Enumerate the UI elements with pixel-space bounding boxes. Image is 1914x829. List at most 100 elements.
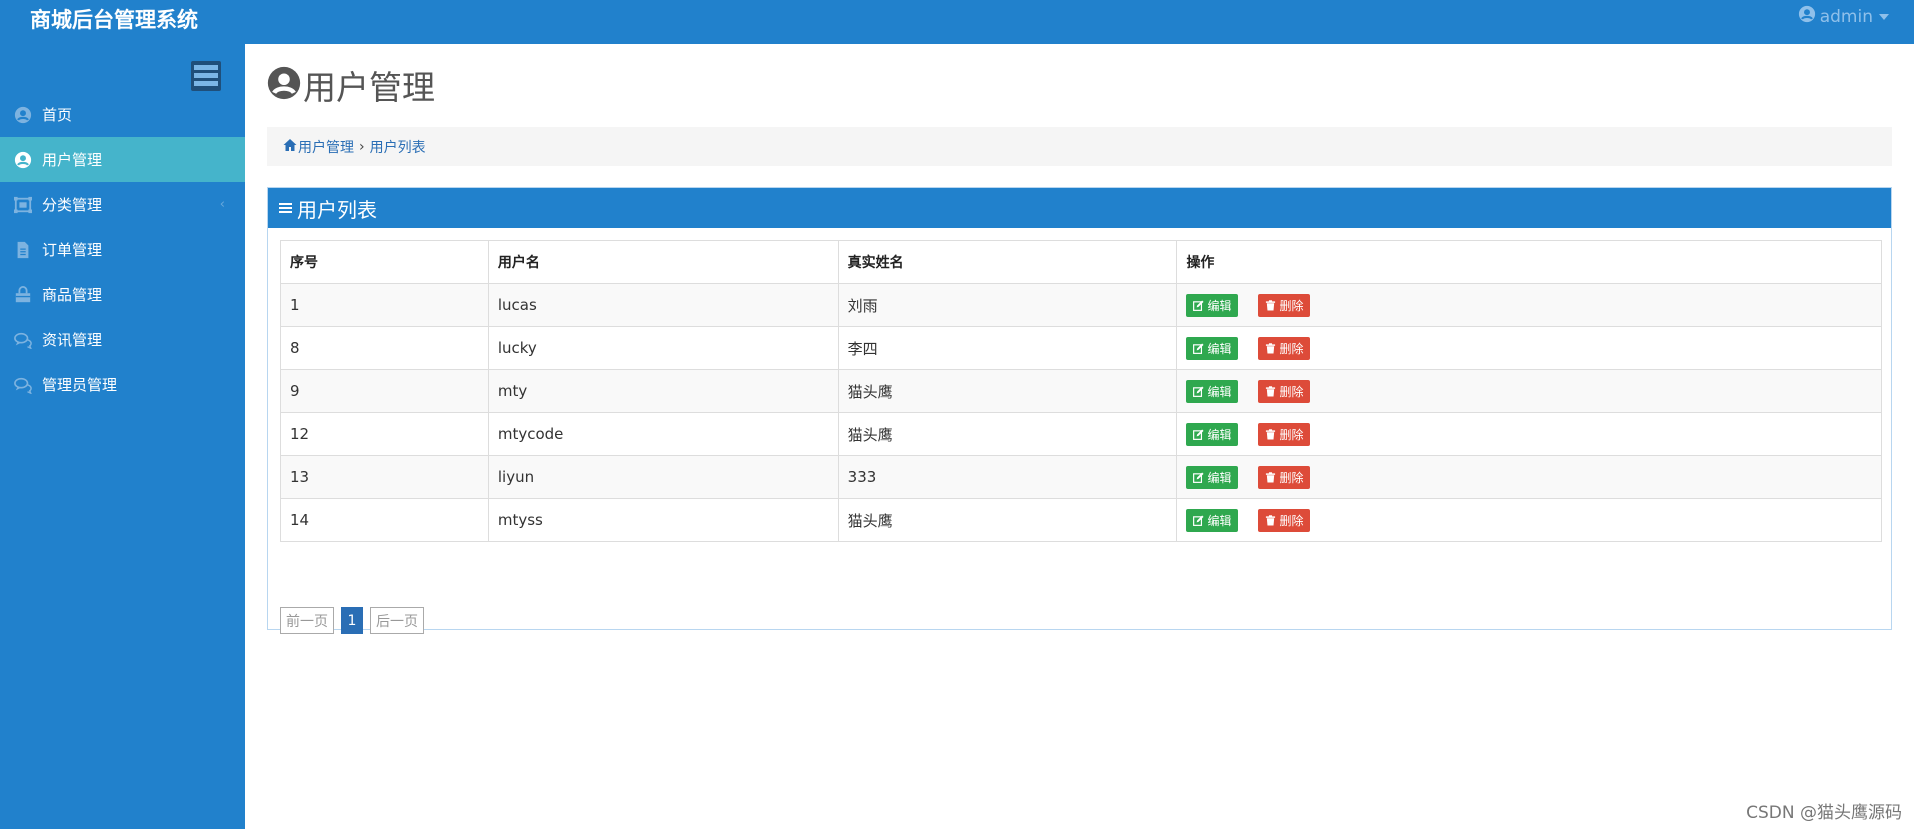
cell-realname: 猫头鹰 — [837, 412, 1178, 456]
comments-icon — [13, 330, 33, 350]
column-header-id: 序号 — [280, 240, 489, 284]
user-circle-icon — [1798, 5, 1816, 29]
panel-header: 用户列表 — [268, 188, 1891, 228]
sidebar-item-label: 管理员管理 — [42, 376, 118, 394]
sidebar-nav: 首页 用户管理 分类管理 ‹ 订单管理 商品管理 资讯管理 管理员管理 — [0, 92, 245, 407]
category-icon — [13, 195, 33, 215]
column-header-username: 用户名 — [487, 240, 839, 284]
cell-id: 1 — [280, 283, 489, 327]
breadcrumb-separator: › — [359, 138, 365, 155]
breadcrumb-current[interactable]: 用户列表 — [370, 137, 426, 157]
table-row: 8 lucky 李四 编辑 删除 — [280, 326, 1882, 370]
delete-button-label: 删除 — [1279, 384, 1304, 399]
cell-id: 9 — [280, 369, 489, 413]
edit-button[interactable]: 编辑 — [1186, 336, 1239, 360]
edit-button[interactable]: 编辑 — [1186, 422, 1239, 446]
delete-button-label: 删除 — [1279, 341, 1304, 356]
user-circle-icon — [13, 150, 33, 170]
cell-username: liyun — [487, 455, 839, 499]
sidebar-item-products[interactable]: 商品管理 — [0, 272, 245, 317]
app-title: 商城后台管理系统 — [30, 8, 198, 32]
sidebar-toggle-button[interactable] — [191, 61, 221, 91]
column-header-realname: 真实姓名 — [837, 240, 1178, 284]
cell-realname: 猫头鹰 — [837, 369, 1178, 413]
edit-button[interactable]: 编辑 — [1186, 379, 1239, 403]
page-number-current[interactable]: 1 — [341, 607, 363, 634]
sidebar-item-label: 资讯管理 — [42, 331, 103, 349]
trash-icon — [1265, 342, 1279, 354]
edit-button[interactable]: 编辑 — [1186, 465, 1239, 489]
next-page-button[interactable]: 后一页 — [370, 607, 424, 634]
user-list-panel: 用户列表 序号 用户名 真实姓名 操作 1 lucas 刘雨 编辑 删除 8 lucky 李四… — [267, 187, 1892, 634]
table-row: 1 lucas 刘雨 编辑 删除 — [280, 283, 1882, 327]
home-icon — [283, 138, 298, 156]
cell-actions: 编辑 删除 — [1176, 498, 1882, 542]
edit-button-label: 编辑 — [1207, 341, 1232, 356]
breadcrumb: 用户管理 › 用户列表 — [267, 127, 1892, 166]
cell-actions: 编辑 删除 — [1176, 283, 1882, 327]
sidebar-item-home[interactable]: 首页 — [0, 92, 245, 137]
breadcrumb-link-users[interactable]: 用户管理 — [298, 137, 354, 157]
cell-username: mtyss — [487, 498, 839, 542]
watermark: CSDN @猫头鹰源码 — [1746, 803, 1902, 823]
delete-button[interactable]: 删除 — [1258, 336, 1311, 360]
cell-id: 8 — [280, 326, 489, 370]
trash-icon — [1265, 385, 1279, 397]
sidebar-item-orders[interactable]: 订单管理 — [0, 227, 245, 272]
top-bar: 商城后台管理系统 admin — [0, 0, 1914, 44]
column-header-actions: 操作 — [1176, 240, 1882, 284]
sidebar-item-admins[interactable]: 管理员管理 — [0, 362, 245, 407]
cell-realname: 猫头鹰 — [837, 498, 1178, 542]
sidebar: 首页 用户管理 分类管理 ‹ 订单管理 商品管理 资讯管理 管理员管理 — [0, 44, 245, 829]
trash-icon — [1265, 299, 1279, 311]
prev-page-button[interactable]: 前一页 — [280, 607, 334, 634]
delete-button-label: 删除 — [1279, 427, 1304, 442]
table-row: 13 liyun 333 编辑 删除 — [280, 455, 1882, 499]
edit-icon — [1193, 299, 1207, 311]
cell-actions: 编辑 删除 — [1176, 369, 1882, 413]
user-name: admin — [1819, 7, 1873, 27]
sidebar-item-category[interactable]: 分类管理 ‹ — [0, 182, 245, 227]
cell-actions: 编辑 删除 — [1176, 412, 1882, 456]
user-menu[interactable]: admin — [1798, 5, 1889, 29]
delete-button[interactable]: 删除 — [1258, 379, 1311, 403]
edit-icon — [1193, 514, 1207, 526]
pagination: 前一页 1 后一页 — [280, 607, 424, 634]
user-circle-icon — [267, 66, 303, 110]
cell-actions: 编辑 删除 — [1176, 326, 1882, 370]
cell-username: mty — [487, 369, 839, 413]
edit-icon — [1193, 428, 1207, 440]
chevron-down-icon — [1879, 14, 1889, 20]
delete-button[interactable]: 删除 — [1258, 422, 1311, 446]
trash-icon — [1265, 471, 1279, 483]
trash-icon — [1265, 514, 1279, 526]
cell-id: 12 — [280, 412, 489, 456]
cell-id: 14 — [280, 498, 489, 542]
sidebar-item-users[interactable]: 用户管理 — [0, 137, 245, 182]
delete-button[interactable]: 删除 — [1258, 465, 1311, 489]
main-content: 用户管理 用户管理 › 用户列表 用户列表 序号 用户名 真实姓名 操作 1 l… — [245, 44, 1914, 829]
delete-button[interactable]: 删除 — [1258, 508, 1311, 532]
edit-button[interactable]: 编辑 — [1186, 508, 1239, 532]
edit-button-label: 编辑 — [1207, 470, 1232, 485]
sidebar-item-news[interactable]: 资讯管理 — [0, 317, 245, 362]
edit-button-label: 编辑 — [1207, 384, 1232, 399]
table-row: 14 mtyss 猫头鹰 编辑 删除 — [280, 498, 1882, 542]
edit-icon — [1193, 471, 1207, 483]
sidebar-item-label: 首页 — [42, 106, 73, 124]
sidebar-item-label: 商品管理 — [42, 286, 103, 304]
edit-button[interactable]: 编辑 — [1186, 293, 1239, 317]
list-icon — [279, 201, 292, 215]
comments-icon — [13, 375, 33, 395]
table-row: 9 mty 猫头鹰 编辑 删除 — [280, 369, 1882, 413]
edit-icon — [1193, 385, 1207, 397]
cell-id: 13 — [280, 455, 489, 499]
delete-button[interactable]: 删除 — [1258, 293, 1311, 317]
cell-realname: 李四 — [837, 326, 1178, 370]
chevron-left-icon: ‹ — [219, 197, 225, 212]
cell-actions: 编辑 删除 — [1176, 455, 1882, 499]
trash-icon — [1265, 428, 1279, 440]
cell-username: lucas — [487, 283, 839, 327]
user-table: 序号 用户名 真实姓名 操作 1 lucas 刘雨 编辑 删除 8 lucky 李四 编辑 删除 9… — [280, 240, 1882, 542]
page-title-text: 用户管理 — [303, 68, 435, 107]
